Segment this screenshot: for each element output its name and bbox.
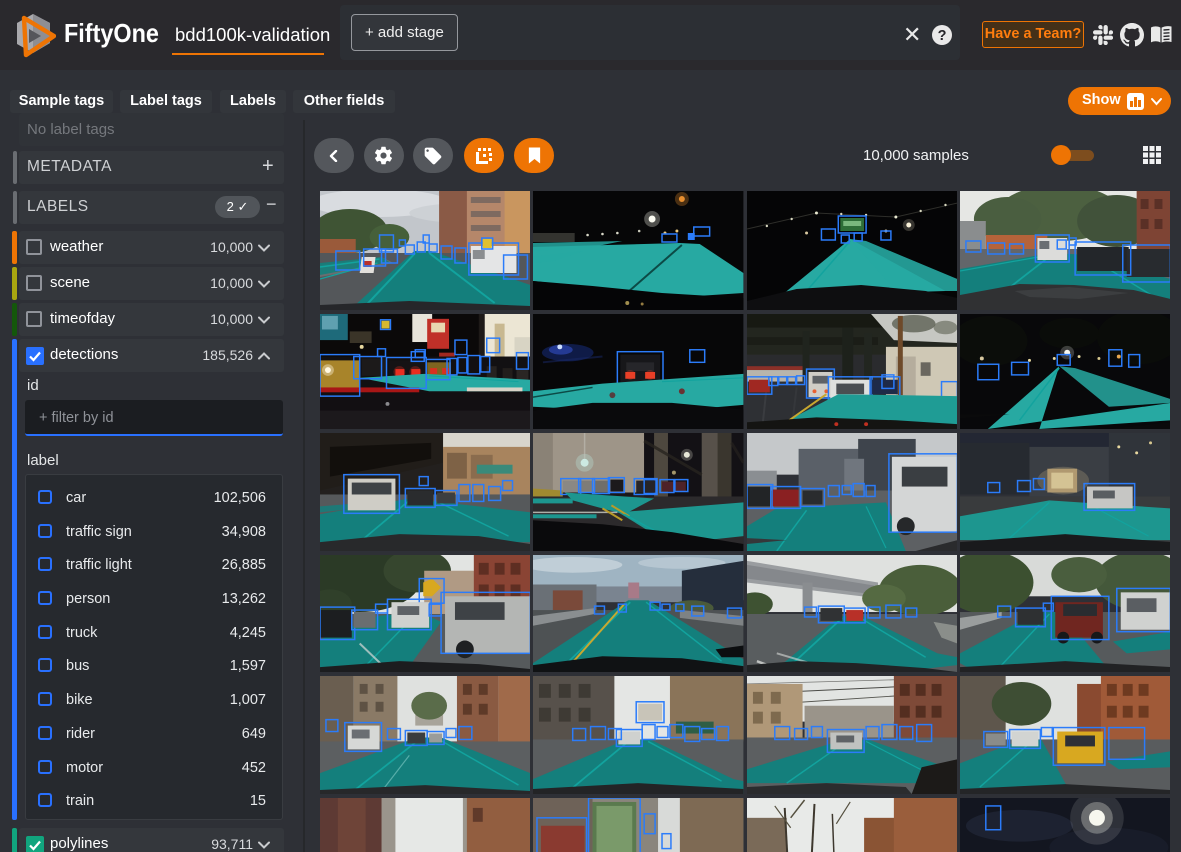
svg-text:?: ? bbox=[938, 28, 947, 44]
